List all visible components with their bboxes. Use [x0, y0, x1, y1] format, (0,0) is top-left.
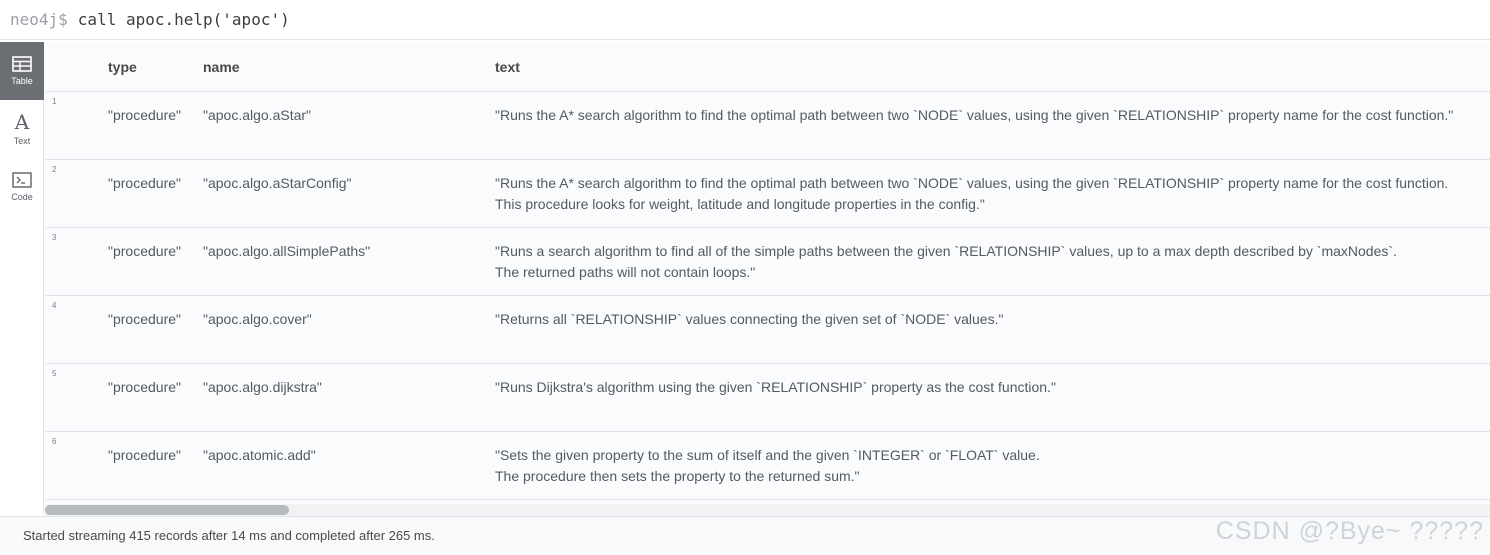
table-row: 3 "procedure" "apoc.algo.allSimplePaths"… — [45, 228, 1490, 296]
text-icon: A — [14, 110, 30, 134]
cell-type: "procedure" — [108, 243, 181, 259]
row-number: 4 — [52, 301, 57, 310]
view-code-label: Code — [11, 192, 33, 202]
cell-name: "apoc.algo.aStar" — [203, 107, 312, 123]
table-row: 1 "procedure" "apoc.algo.aStar" "Runs th… — [45, 92, 1490, 160]
status-bar: Started streaming 415 records after 14 m… — [0, 516, 1490, 555]
cell-name: "apoc.algo.allSimplePaths" — [203, 243, 371, 259]
table-icon — [12, 56, 32, 72]
code-icon — [12, 172, 32, 188]
view-table-button[interactable]: Table — [0, 42, 44, 100]
column-header-name[interactable]: name — [203, 59, 240, 75]
cell-text: "Runs the A* search algorithm to find th… — [495, 175, 1449, 212]
view-code-button[interactable]: Code — [0, 158, 44, 216]
row-number: 3 — [52, 233, 57, 242]
row-number: 6 — [52, 437, 57, 446]
table-row: 5 "procedure" "apoc.algo.dijkstra" "Runs… — [45, 364, 1490, 432]
result-view-sidebar: Table A Text Code — [0, 42, 44, 514]
result-table: type name text 1 "procedure" "apoc.algo.… — [45, 42, 1490, 504]
query-bar[interactable]: neo4j$ call apoc.help('apoc') — [0, 0, 1490, 40]
cell-text: "Runs the A* search algorithm to find th… — [495, 107, 1454, 123]
cell-type: "procedure" — [108, 379, 181, 395]
cell-name: "apoc.algo.cover" — [203, 311, 312, 327]
column-header-text[interactable]: text — [495, 59, 520, 75]
row-number: 5 — [52, 369, 57, 378]
view-table-label: Table — [11, 76, 33, 86]
cell-text: "Runs Dijkstra's algorithm using the giv… — [495, 379, 1056, 395]
table-row: 2 "procedure" "apoc.algo.aStarConfig" "R… — [45, 160, 1490, 228]
cell-type: "procedure" — [108, 311, 181, 327]
cell-text: "Runs a search algorithm to find all of … — [495, 243, 1397, 280]
row-number: 1 — [52, 97, 57, 106]
watermark: CSDN @?Bye~ ????? — [1215, 517, 1484, 545]
view-text-button[interactable]: A Text — [0, 100, 44, 158]
row-number: 2 — [52, 165, 57, 174]
cell-text: "Returns all `RELATIONSHIP` values conne… — [495, 311, 1004, 327]
table-row: 4 "procedure" "apoc.algo.cover" "Returns… — [45, 296, 1490, 364]
status-text: Started streaming 415 records after 14 m… — [23, 528, 435, 543]
cell-type: "procedure" — [108, 107, 181, 123]
scrollbar-thumb[interactable] — [45, 505, 289, 515]
editor-prompt: neo4j$ — [10, 10, 68, 29]
cell-name: "apoc.algo.dijkstra" — [203, 379, 322, 395]
horizontal-scrollbar[interactable] — [45, 504, 1490, 516]
view-text-label: Text — [13, 136, 31, 146]
cell-name: "apoc.atomic.add" — [203, 447, 316, 463]
query-text[interactable]: call apoc.help('apoc') — [78, 10, 290, 29]
cell-text: "Sets the given property to the sum of i… — [495, 447, 1040, 484]
column-header-type[interactable]: type — [108, 59, 137, 75]
table-header: type name text — [45, 42, 1490, 92]
cell-type: "procedure" — [108, 447, 181, 463]
cell-type: "procedure" — [108, 175, 181, 191]
cell-name: "apoc.algo.aStarConfig" — [203, 175, 352, 191]
table-row: 6 "procedure" "apoc.atomic.add" "Sets th… — [45, 432, 1490, 500]
